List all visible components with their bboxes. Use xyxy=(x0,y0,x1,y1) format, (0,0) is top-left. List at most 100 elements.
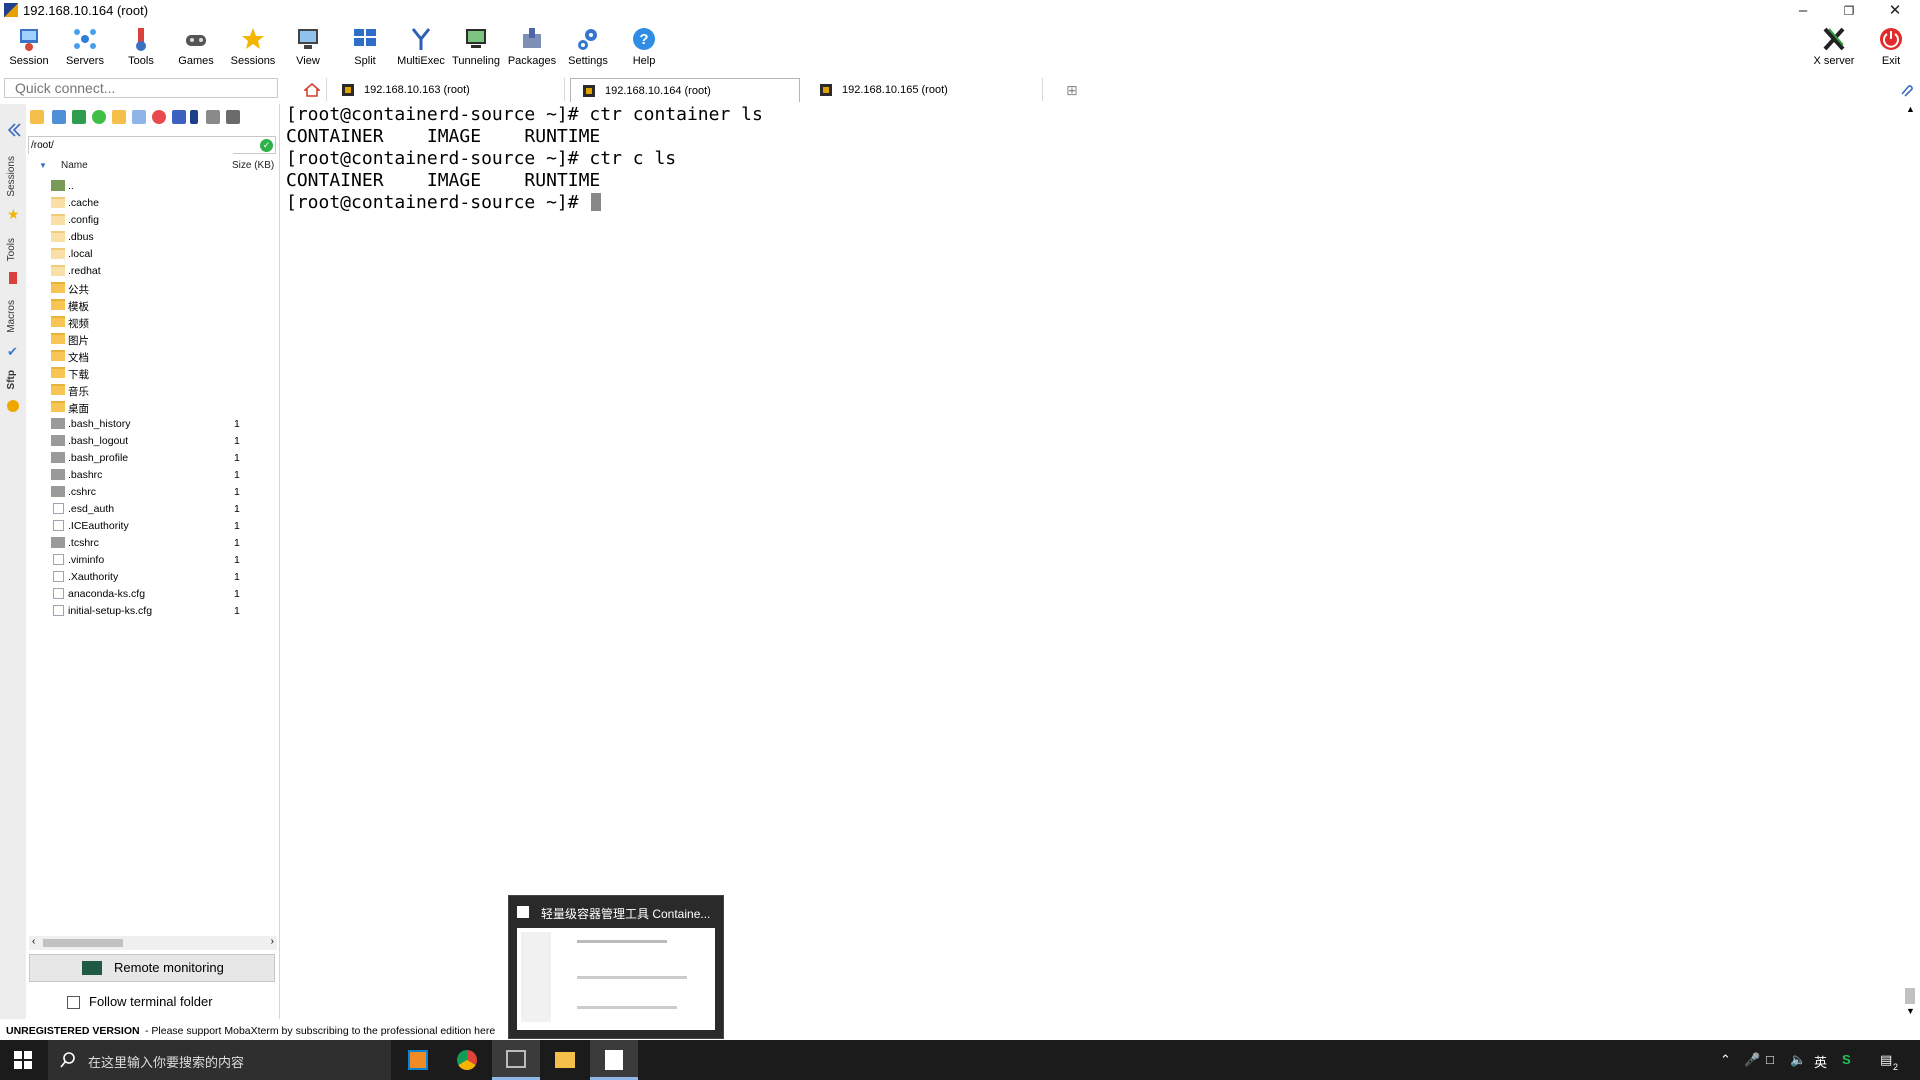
start-button[interactable] xyxy=(0,1040,46,1080)
follow-terminal-checkbox[interactable] xyxy=(67,996,80,1009)
file-row[interactable]: .redhat xyxy=(27,263,279,280)
preview-thumbnail[interactable] xyxy=(517,928,715,1030)
file-row[interactable]: 桌面 xyxy=(27,399,279,416)
file-row[interactable]: 模板 xyxy=(27,297,279,314)
file-row[interactable]: .bash_logout 1 xyxy=(27,433,279,450)
taskbar-file-explorer[interactable] xyxy=(541,1040,589,1080)
file-row[interactable]: .Xauthority 1 xyxy=(27,569,279,586)
upload-icon[interactable] xyxy=(72,110,86,124)
sftp-path-input[interactable] xyxy=(29,137,233,154)
toolbar-sessions-button[interactable]: Sessions xyxy=(225,24,281,67)
file-row[interactable]: .bash_profile 1 xyxy=(27,450,279,467)
support-message[interactable]: - Please support MobaXterm by subscribin… xyxy=(145,1025,495,1037)
tab-192-168-10-163[interactable]: 192.168.10.163 (root) xyxy=(330,78,565,101)
terminal-folder-icon[interactable] xyxy=(226,110,240,124)
terminal-vertical-scrollbar[interactable]: ▲ ▼ xyxy=(1902,104,1918,1019)
scrollbar-thumb[interactable] xyxy=(1905,988,1915,1004)
scrollbar-thumb[interactable] xyxy=(43,939,123,947)
toolbar-session-button[interactable]: Session xyxy=(1,24,57,67)
taskbar-document-app[interactable] xyxy=(590,1040,638,1080)
tray-expand-icon[interactable]: ⌃ xyxy=(1720,1052,1731,1068)
toolbar-servers-button[interactable]: Servers xyxy=(57,24,113,67)
column-header-size[interactable]: Size (KB) xyxy=(232,160,274,171)
file-row[interactable]: .cache xyxy=(27,195,279,212)
file-row[interactable]: .ICEauthority 1 xyxy=(27,518,279,535)
taskbar-search[interactable]: 在这里输入你要搜索的内容 xyxy=(48,1040,391,1080)
toolbar-tools-button[interactable]: Tools xyxy=(113,24,169,67)
collapse-icon[interactable] xyxy=(6,122,22,138)
file-row[interactable]: 音乐 xyxy=(27,382,279,399)
check-icon[interactable]: ✓ xyxy=(260,139,273,152)
file-row[interactable]: 视频 xyxy=(27,314,279,331)
tab-192-168-10-165[interactable]: 192.168.10.165 (root) xyxy=(808,78,1043,101)
taskbar-app-store[interactable] xyxy=(394,1040,442,1080)
toolbar-split-button[interactable]: Split xyxy=(337,24,393,67)
file-row[interactable]: .cshrc 1 xyxy=(27,484,279,501)
file-row[interactable]: .local xyxy=(27,246,279,263)
file-row[interactable]: .bashrc 1 xyxy=(27,467,279,484)
status-bar: UNREGISTERED VERSION - Please support Mo… xyxy=(0,1022,1920,1040)
file-row[interactable]: initial-setup-ks.cfg 1 xyxy=(27,603,279,620)
new-file-icon[interactable] xyxy=(132,110,146,124)
toolbar-help-button[interactable]: ? Help xyxy=(616,24,672,67)
delete-icon[interactable] xyxy=(152,110,166,124)
attachment-icon[interactable] xyxy=(1898,82,1914,98)
new-tab-button[interactable]: ⊞ xyxy=(1058,78,1088,101)
download-icon[interactable] xyxy=(52,110,66,124)
scroll-right-icon[interactable]: › xyxy=(271,936,274,947)
close-button[interactable]: ✕ xyxy=(1872,0,1918,22)
file-row[interactable]: .dbus xyxy=(27,229,279,246)
taskbar-chrome[interactable] xyxy=(443,1040,491,1080)
toolbar-xserver-button[interactable]: X server xyxy=(1806,24,1862,67)
restore-button[interactable]: ❐ xyxy=(1826,0,1872,22)
file-row[interactable]: .tcshrc 1 xyxy=(27,535,279,552)
terminal-area[interactable]: [root@containerd-source ~]# ctr containe… xyxy=(282,104,1882,1019)
toolbar-multiexec-button[interactable]: MultiExec xyxy=(393,24,449,67)
toolbar-view-button[interactable]: View xyxy=(280,24,336,67)
file-row[interactable]: 公共 xyxy=(27,280,279,297)
side-tab-tools[interactable]: Tools xyxy=(6,238,17,261)
new-folder-icon[interactable] xyxy=(112,110,126,124)
file-row[interactable]: .config xyxy=(27,212,279,229)
file-row[interactable]: .. xyxy=(27,178,279,195)
notification-icon[interactable]: ▤ xyxy=(1880,1052,1892,1068)
horizontal-scrollbar[interactable]: ‹ › xyxy=(29,936,277,950)
sogou-icon[interactable]: S xyxy=(1842,1052,1851,1067)
ime-indicator[interactable]: 英 xyxy=(1814,1052,1827,1071)
file-row[interactable]: .viminfo 1 xyxy=(27,552,279,569)
scroll-left-icon[interactable]: ‹ xyxy=(32,936,35,947)
column-header-name[interactable]: Name xyxy=(61,160,88,171)
quick-connect[interactable] xyxy=(4,78,278,98)
tab-192-168-10-164[interactable]: 192.168.10.164 (root) xyxy=(570,78,800,102)
refresh-icon[interactable] xyxy=(92,110,106,124)
quick-connect-input[interactable] xyxy=(5,79,277,97)
file-row[interactable]: .esd_auth 1 xyxy=(27,501,279,518)
toolbar-tunneling-button[interactable]: Tunneling xyxy=(448,24,504,67)
file-row[interactable]: 文档 xyxy=(27,348,279,365)
rename-icon[interactable] xyxy=(172,110,186,124)
side-tab-sftp[interactable]: Sftp xyxy=(6,370,17,389)
remote-monitoring-button[interactable]: Remote monitoring xyxy=(29,954,275,982)
home-tab[interactable] xyxy=(290,78,327,101)
file-row[interactable]: 下载 xyxy=(27,365,279,382)
file-row[interactable]: 图片 xyxy=(27,331,279,348)
toolbar-settings-button[interactable]: Settings xyxy=(560,24,616,67)
permissions-icon[interactable] xyxy=(206,110,220,124)
volume-icon[interactable]: 🔈 xyxy=(1790,1052,1806,1068)
network-icon[interactable]: □ xyxy=(1766,1052,1774,1067)
taskbar-preview[interactable]: 轻量级容器管理工具 Containe... xyxy=(508,895,724,1039)
file-row[interactable]: anaconda-ks.cfg 1 xyxy=(27,586,279,603)
side-tab-macros[interactable]: Macros xyxy=(6,300,17,333)
side-tab-sessions[interactable]: Sessions xyxy=(6,156,17,197)
minimize-button[interactable]: – xyxy=(1780,0,1826,22)
properties-icon[interactable] xyxy=(190,110,198,124)
file-row[interactable]: .bash_history 1 xyxy=(27,416,279,433)
toolbar-exit-button[interactable]: Exit xyxy=(1863,24,1919,67)
scroll-down-icon[interactable]: ▼ xyxy=(1906,1006,1915,1016)
scroll-up-icon[interactable]: ▲ xyxy=(1906,104,1915,114)
taskbar-mobaxterm[interactable] xyxy=(492,1040,540,1080)
toolbar-games-button[interactable]: Games xyxy=(168,24,224,67)
microphone-icon[interactable]: 🎤 xyxy=(1744,1052,1760,1068)
parent-folder-icon[interactable] xyxy=(30,110,44,124)
toolbar-packages-button[interactable]: Packages xyxy=(504,24,560,67)
